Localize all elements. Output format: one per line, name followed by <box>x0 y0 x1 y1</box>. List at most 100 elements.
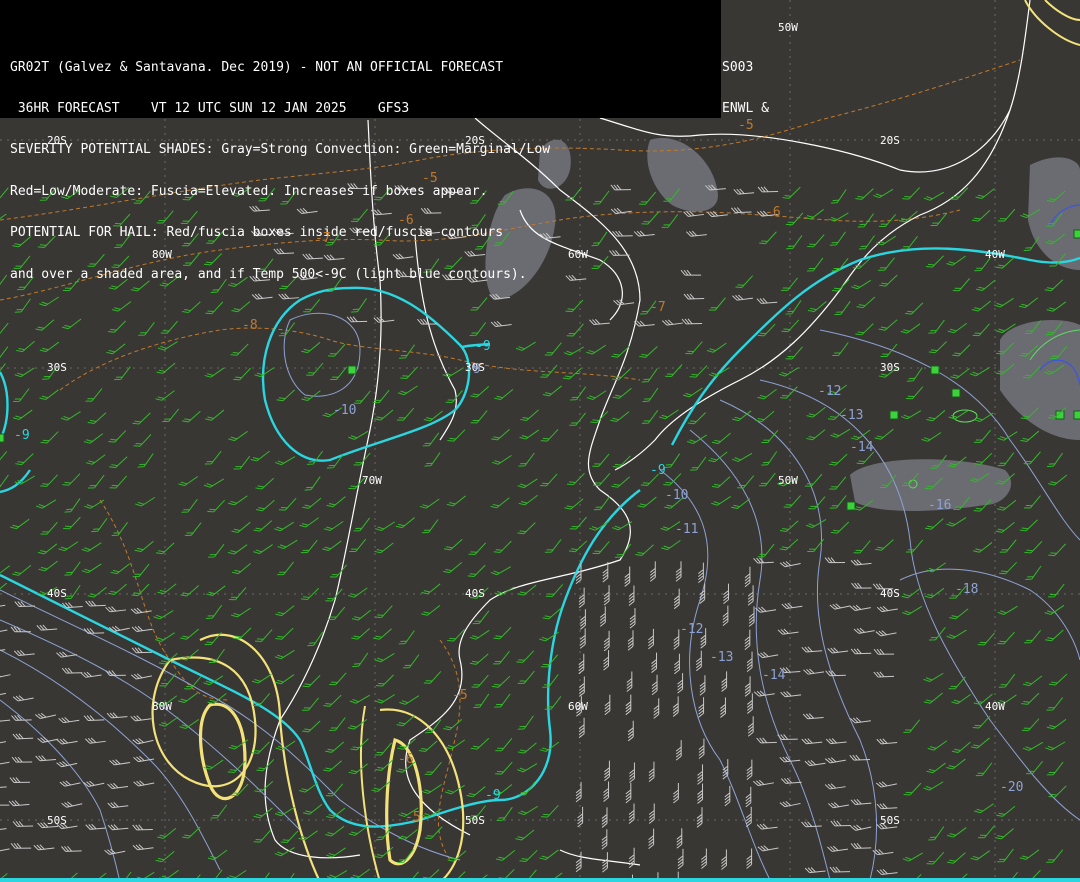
wind-barb <box>133 434 152 447</box>
temp-contour-label: -12 <box>680 622 704 637</box>
wind-barb <box>106 343 126 355</box>
wind-barb <box>1046 697 1064 711</box>
wind-barb <box>781 602 803 609</box>
wind-barb <box>255 477 275 490</box>
wind-barb <box>107 824 129 831</box>
wind-barb <box>721 671 728 692</box>
wind-barb <box>677 848 684 870</box>
wind-barb <box>39 389 59 401</box>
wind-barb <box>661 539 681 551</box>
wind-barb <box>490 497 510 509</box>
wind-barb <box>302 674 321 688</box>
wind-barb <box>302 720 321 733</box>
wind-barb <box>873 671 895 678</box>
orange-contour-label: -8 <box>242 318 258 333</box>
wind-barb <box>206 585 226 597</box>
wind-barb <box>971 209 991 222</box>
wind-barb <box>12 564 32 576</box>
wind-barb <box>806 519 827 529</box>
wind-barb <box>35 319 55 331</box>
orange-contour-label: -7 <box>315 231 331 246</box>
wind-barb <box>857 213 874 228</box>
wind-barb <box>471 674 489 688</box>
wind-barb <box>586 390 607 400</box>
wind-barb <box>875 539 894 551</box>
wind-barb <box>134 540 154 553</box>
wind-barb <box>825 738 847 745</box>
wind-barb <box>951 693 971 705</box>
wind-barb <box>1021 718 1040 732</box>
wind-barb <box>664 453 681 468</box>
wind-barb <box>873 648 895 655</box>
wind-barb <box>83 627 105 634</box>
wind-barb <box>1048 785 1067 798</box>
wind-barb <box>756 823 778 830</box>
wind-barb <box>274 674 295 685</box>
wind-barb <box>421 583 441 595</box>
wind-barb <box>733 188 755 195</box>
wind-barb <box>490 566 511 576</box>
wind-barb <box>697 783 704 804</box>
wind-barb <box>330 366 347 381</box>
wind-barb <box>806 406 826 418</box>
wind-barb <box>946 758 966 770</box>
wind-barb <box>1048 673 1068 686</box>
wind-barb <box>873 188 894 199</box>
wind-barb <box>348 763 368 775</box>
wind-barb <box>0 690 7 698</box>
wind-barb <box>947 852 966 864</box>
wind-barb <box>204 450 222 465</box>
wind-barb <box>972 323 990 337</box>
wind-barb <box>648 761 655 782</box>
wind-barb <box>178 476 198 487</box>
wind-barb <box>723 583 729 604</box>
wind-barb <box>745 786 752 808</box>
wind-barb <box>325 783 344 797</box>
wind-barb <box>351 609 372 621</box>
wind-barb <box>997 208 1016 222</box>
wind-barb <box>350 738 369 751</box>
wind-barb <box>515 341 536 351</box>
wind-barb <box>540 429 559 442</box>
wind-barb <box>0 672 11 679</box>
wind-barb <box>993 297 1014 308</box>
lat-label: 40S <box>47 587 67 600</box>
wind-barb <box>921 432 942 442</box>
wind-barb <box>157 827 177 839</box>
wind-barb <box>829 231 846 246</box>
wind-barb <box>325 588 343 602</box>
wind-barb <box>495 761 513 775</box>
wind-barb <box>974 803 994 814</box>
wind-barb <box>111 522 128 536</box>
wind-barb <box>850 717 871 724</box>
lat-label: 40S <box>880 587 900 600</box>
wind-barb <box>878 319 898 331</box>
wind-barb <box>824 783 846 790</box>
wind-barb <box>0 451 8 465</box>
wind-barb <box>180 628 200 640</box>
wind-barb <box>1019 519 1038 532</box>
wind-barb <box>976 279 996 291</box>
wind-barb <box>108 430 127 443</box>
lon-label: 70W <box>362 474 382 487</box>
wind-barb <box>947 322 968 334</box>
wind-barb <box>829 453 848 466</box>
wind-barb <box>39 341 60 353</box>
wind-barb <box>8 800 30 807</box>
wind-barb <box>902 852 923 862</box>
wind-barb <box>470 386 490 398</box>
wind-barb <box>40 431 59 444</box>
wind-barb <box>722 605 729 627</box>
wind-barb <box>592 541 610 555</box>
wind-barb <box>0 627 8 634</box>
wind-barb <box>203 478 224 488</box>
wind-barb <box>329 672 347 686</box>
wind-barb <box>137 453 154 468</box>
temp-contour-label: -9 <box>475 339 491 354</box>
wind-barb <box>130 673 152 680</box>
wind-barb <box>0 782 7 789</box>
wind-barb <box>753 557 774 564</box>
wind-barb <box>250 450 270 462</box>
wind-barb <box>876 738 898 745</box>
wind-barb <box>950 368 970 379</box>
